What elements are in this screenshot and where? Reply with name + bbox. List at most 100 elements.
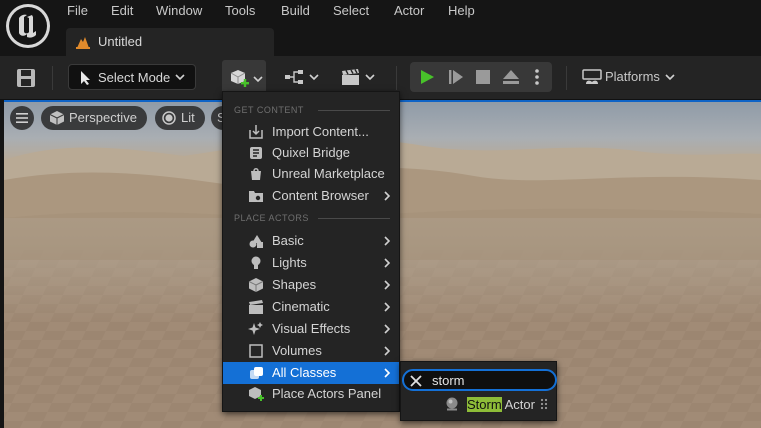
get-content-header: GET CONTENT xyxy=(234,105,304,115)
lit-label: Lit xyxy=(181,110,195,125)
perspective-button[interactable]: Perspective xyxy=(41,106,147,130)
chevron-right-icon xyxy=(384,324,391,334)
menu-item-label: Volumes xyxy=(272,343,322,358)
toolbar-divider xyxy=(396,66,397,90)
clear-search-icon[interactable] xyxy=(409,374,423,388)
select-mode-icon xyxy=(81,71,90,85)
import-icon xyxy=(249,125,263,139)
clapper-icon xyxy=(249,300,263,314)
viewport-options-button[interactable] xyxy=(10,106,34,130)
menu-help[interactable]: Help xyxy=(448,3,475,18)
stop-icon[interactable] xyxy=(476,70,490,84)
menu-item-label: Basic xyxy=(272,233,304,248)
menu-select[interactable]: Select xyxy=(333,3,369,18)
menu-edit[interactable]: Edit xyxy=(111,3,133,18)
menu-tools[interactable]: Tools xyxy=(225,3,255,18)
all-classes-icon xyxy=(250,367,263,379)
chevron-right-icon xyxy=(384,258,391,268)
platforms-dropdown[interactable]: Platforms xyxy=(572,64,682,90)
chevron-down-icon xyxy=(365,74,375,81)
more-options-icon[interactable] xyxy=(534,68,540,86)
menu-item-label: Cinematic xyxy=(272,299,330,314)
result-label-rest: Actor xyxy=(501,397,535,412)
level-tab-title: Untitled xyxy=(98,34,143,49)
menu-item-label: Quixel Bridge xyxy=(272,145,351,160)
class-search-input[interactable] xyxy=(432,372,550,388)
storm-actor-result[interactable]: Storm Actor xyxy=(401,393,556,415)
menu-window[interactable]: Window xyxy=(156,3,202,18)
volume-icon xyxy=(249,344,263,358)
advance-frame-icon[interactable] xyxy=(448,69,464,85)
cinematics-button[interactable] xyxy=(336,64,380,90)
platforms-icon xyxy=(582,69,602,84)
menu-item-place-actors-panel[interactable]: Place Actors Panel xyxy=(223,383,399,405)
menu-actor[interactable]: Actor xyxy=(394,3,424,18)
menu-item-content-browser[interactable]: Content Browser xyxy=(223,185,399,207)
class-search-box xyxy=(402,369,557,391)
eject-icon[interactable] xyxy=(502,69,520,85)
menu-item-cinematic[interactable]: Cinematic xyxy=(223,296,399,318)
menu-item-all-classes[interactable]: All Classes xyxy=(223,362,399,384)
chevron-down-icon xyxy=(665,74,675,81)
marketplace-icon xyxy=(251,168,261,180)
toolbar-divider xyxy=(566,66,567,90)
chevron-right-icon xyxy=(384,368,391,378)
unreal-logo[interactable] xyxy=(6,4,50,48)
play-controls xyxy=(410,62,552,92)
perspective-cube-icon xyxy=(49,111,65,125)
cinematics-icon xyxy=(342,69,359,85)
menu-item-import-content[interactable]: Import Content... xyxy=(223,121,399,143)
place-actors-icon xyxy=(249,387,264,401)
menu-item-volumes[interactable]: Volumes xyxy=(223,340,399,362)
perspective-label: Perspective xyxy=(69,110,137,125)
level-icon xyxy=(76,37,90,49)
section-divider xyxy=(318,110,390,111)
add-content-icon xyxy=(230,70,249,87)
play-icon[interactable] xyxy=(419,69,435,85)
save-button[interactable] xyxy=(14,66,38,90)
chevron-right-icon xyxy=(384,191,391,201)
menu-item-quixel-bridge[interactable]: Quixel Bridge xyxy=(223,142,399,164)
result-label: Storm Actor xyxy=(467,397,535,412)
menu-item-basic[interactable]: Basic xyxy=(223,230,399,252)
light-bulb-icon xyxy=(251,256,261,269)
search-match-highlight: Storm xyxy=(467,397,502,412)
chevron-right-icon xyxy=(384,280,391,290)
content-browser-icon xyxy=(249,191,263,202)
menu-item-label: Unreal Marketplace xyxy=(272,166,385,181)
hamburger-icon xyxy=(16,113,28,123)
all-classes-submenu: Storm Actor xyxy=(400,361,557,421)
select-mode-label: Select Mode xyxy=(98,70,171,85)
drag-grip-icon[interactable] xyxy=(540,398,548,410)
place-actors-header: PLACE ACTORS xyxy=(234,213,309,223)
title-bar: File Edit Window Tools Build Select Acto… xyxy=(0,0,761,56)
menu-item-label: Place Actors Panel xyxy=(272,386,382,401)
menu-build[interactable]: Build xyxy=(281,3,310,18)
level-tab[interactable]: Untitled xyxy=(66,28,274,56)
chevron-down-icon xyxy=(309,74,319,81)
cube-icon xyxy=(248,278,264,292)
chevron-right-icon xyxy=(384,236,391,246)
select-mode-dropdown[interactable]: Select Mode xyxy=(68,64,196,90)
menu-item-unreal-marketplace[interactable]: Unreal Marketplace xyxy=(223,163,399,185)
bridge-icon xyxy=(250,147,262,159)
menu-item-label: Lights xyxy=(272,255,307,270)
actor-sphere-icon xyxy=(446,397,458,411)
add-content-menu: GET CONTENT Import Content... Quixel Bri… xyxy=(222,91,400,412)
chevron-down-icon xyxy=(253,76,263,83)
blueprints-button[interactable] xyxy=(280,64,324,90)
menu-item-lights[interactable]: Lights xyxy=(223,252,399,274)
menu-item-shapes[interactable]: Shapes xyxy=(223,274,399,296)
platforms-label: Platforms xyxy=(605,69,660,84)
sparkle-icon xyxy=(248,322,263,335)
save-icon xyxy=(17,69,35,87)
menu-item-label: Import Content... xyxy=(272,124,369,139)
menu-item-label: Visual Effects xyxy=(272,321,351,336)
blueprint-icon xyxy=(285,70,303,84)
menu-item-visual-effects[interactable]: Visual Effects xyxy=(223,318,399,340)
menu-file[interactable]: File xyxy=(67,3,88,18)
chevron-down-icon xyxy=(175,74,185,81)
lit-button[interactable]: Lit xyxy=(155,106,205,130)
menu-item-label: Content Browser xyxy=(272,188,369,203)
chevron-right-icon xyxy=(384,346,391,356)
